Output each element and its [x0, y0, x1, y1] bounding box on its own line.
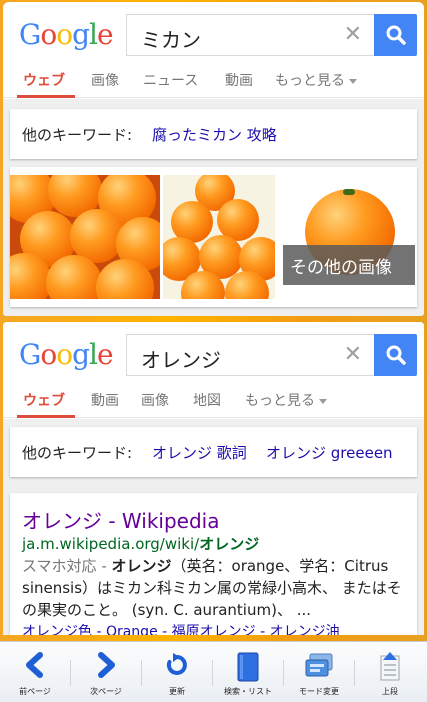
tab-maps[interactable]: 地図 [193, 390, 221, 410]
google-logo[interactable]: Google [19, 18, 114, 51]
tab-more-label: もっと見る [275, 73, 345, 89]
google-logo[interactable]: Google [19, 338, 114, 371]
result-panel-orange: Google オレンジ ✕ ウェブ 動画 画像 地図 もっと見る 他のキーワード… [3, 322, 424, 635]
refresh-button[interactable]: 更新 [142, 642, 212, 702]
prev-page-label: 前ページ [19, 687, 51, 696]
search-input[interactable]: オレンジ ✕ [126, 334, 374, 376]
chevron-down-icon [349, 78, 357, 84]
logo-letter: e [97, 18, 114, 51]
result-sitelinks[interactable]: オレンジ色 - Orange - 福原オレンジ - オレンジ油 [22, 621, 340, 635]
logo-letter: l [89, 338, 98, 371]
search-icon [386, 345, 406, 365]
search-list-label: 検索・リスト [224, 687, 272, 696]
logo-letter: o [40, 18, 57, 51]
result-panel-mikan: Google ミカン ✕ ウェブ 画像 ニュース 動画 もっと見る 他のキーワー… [3, 2, 424, 316]
keywords-label: 他のキーワード: [22, 126, 133, 144]
upload-icon [380, 652, 400, 681]
logo-letter: g [72, 18, 90, 51]
result-title[interactable]: オレンジ - Wikipedia [22, 505, 219, 534]
search-result: オレンジ - Wikipedia ja.m.wikipedia.org/wiki… [10, 493, 417, 635]
tab-web[interactable]: ウェブ [23, 70, 65, 90]
logo-letter: l [89, 18, 98, 51]
search-button[interactable] [374, 14, 417, 56]
keyword-link[interactable]: 腐ったミカン 攻略 [152, 124, 277, 145]
logo-letter: G [19, 18, 41, 51]
result-url[interactable]: ja.m.wikipedia.org/wiki/オレンジ [22, 533, 259, 554]
next-page-label: 次ページ [90, 687, 122, 696]
search-icon [386, 25, 406, 45]
tab-web[interactable]: ウェブ [23, 390, 65, 410]
next-page-button[interactable]: 次ページ [71, 642, 141, 702]
snippet-prefix: スマホ対応 - [22, 557, 112, 575]
upper-button[interactable]: 上段 [355, 642, 425, 702]
search-tabs: ウェブ 動画 画像 地図 もっと見る [3, 384, 424, 418]
url-bold: オレンジ [199, 535, 260, 553]
snippet-bold: オレンジ [111, 557, 172, 575]
tab-videos[interactable]: 動画 [225, 70, 253, 90]
result-snippet: スマホ対応 - オレンジ（英名：orange、学名：Citrus sinensi… [22, 555, 407, 621]
image-results-card: その他の画像 [10, 167, 417, 307]
logo-letter: G [19, 338, 41, 371]
google-header: Google オレンジ ✕ [3, 322, 424, 390]
tab-news[interactable]: ニュース [143, 70, 198, 90]
keyword-link[interactable]: オレンジ 歌詞 [152, 442, 247, 463]
search-list-button[interactable]: 検索・リスト [213, 642, 283, 702]
url-prefix: ja.m.wikipedia.org/wiki/ [22, 535, 200, 553]
book-icon [237, 652, 259, 682]
google-header: Google ミカン ✕ [3, 2, 424, 70]
forward-arrow-icon [98, 652, 115, 678]
search-button[interactable] [374, 334, 417, 376]
search-query: ミカン [141, 28, 201, 52]
keywords-label: 他のキーワード: [22, 444, 133, 462]
chevron-down-icon [319, 398, 327, 404]
close-icon[interactable]: ✕ [344, 22, 362, 47]
logo-letter: o [40, 338, 57, 371]
tab-more-label: もっと見る [245, 393, 315, 409]
prev-page-button[interactable]: 前ページ [0, 642, 70, 702]
orange-photo-1[interactable] [10, 175, 160, 299]
back-arrow-icon [26, 652, 43, 678]
close-icon[interactable]: ✕ [344, 342, 362, 367]
tab-more[interactable]: もっと見る [275, 70, 357, 90]
related-keywords-card: 他のキーワード: オレンジ 歌詞 オレンジ greeeen [10, 427, 417, 477]
tab-videos[interactable]: 動画 [91, 390, 119, 410]
related-keywords-card: 他のキーワード: 腐ったミカン 攻略 [10, 109, 417, 159]
logo-letter: o [56, 18, 73, 51]
logo-letter: g [72, 338, 90, 371]
orange-photo-2[interactable] [163, 175, 275, 299]
more-images-label: その他の画像 [290, 258, 392, 278]
mode-change-button[interactable]: モード変更 [284, 642, 354, 702]
refresh-label: 更新 [169, 687, 185, 696]
active-tab-indicator [17, 415, 75, 418]
active-tab-indicator [17, 95, 75, 98]
tab-more[interactable]: もっと見る [245, 390, 327, 410]
more-images-button[interactable]: その他の画像 [283, 245, 415, 285]
results-area: 他のキーワード: 腐ったミカン 攻略 その他の画像 [3, 99, 424, 316]
mode-change-label: モード変更 [299, 687, 339, 696]
tab-images[interactable]: 画像 [91, 70, 119, 90]
search-query: オレンジ [141, 348, 221, 372]
search-input[interactable]: ミカン ✕ [126, 14, 374, 56]
mode-icon [305, 653, 333, 677]
bottom-toolbar: 前ページ 次ページ 更新 検索・リスト モード変更 上段 [0, 641, 427, 702]
upper-label: 上段 [382, 687, 398, 696]
logo-letter: e [97, 338, 114, 371]
refresh-icon [166, 653, 187, 675]
logo-letter: o [56, 338, 73, 371]
results-area: 他のキーワード: オレンジ 歌詞 オレンジ greeeen オレンジ - Wik… [3, 419, 424, 635]
keyword-link[interactable]: オレンジ greeeen [266, 442, 393, 463]
tab-images[interactable]: 画像 [141, 390, 169, 410]
orange-photo-3[interactable]: その他の画像 [278, 175, 417, 299]
search-tabs: ウェブ 画像 ニュース 動画 もっと見る [3, 64, 424, 98]
